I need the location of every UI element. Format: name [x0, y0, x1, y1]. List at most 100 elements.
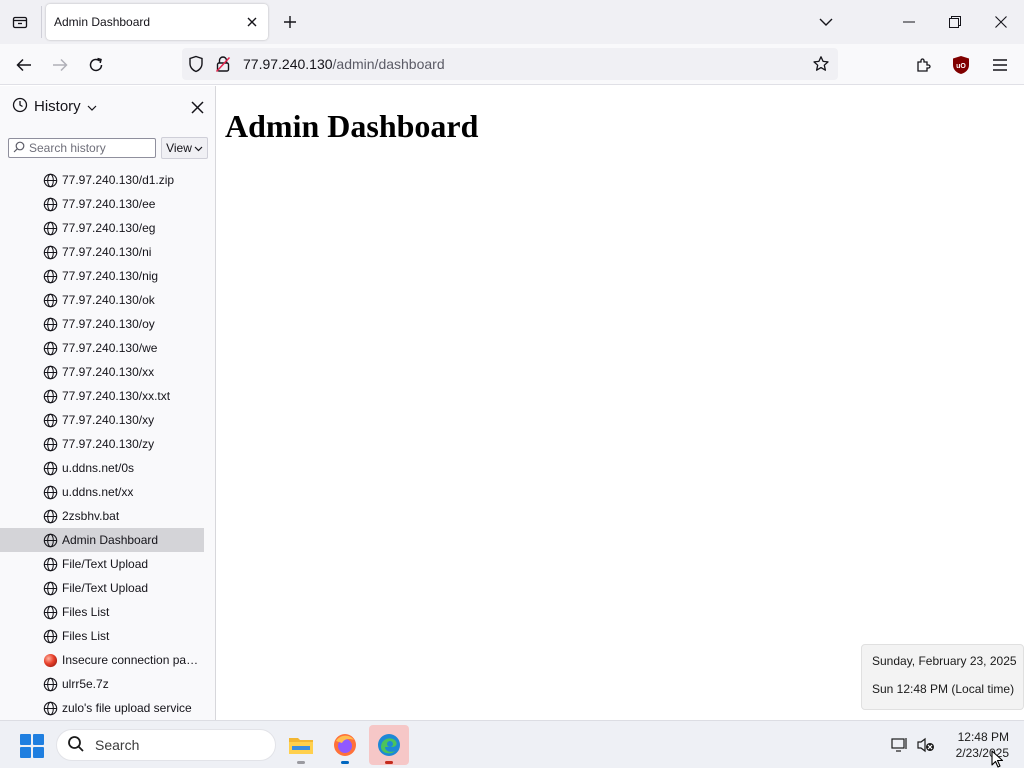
navigation-toolbar: 77.97.240.130/admin/dashboard uO: [0, 44, 1024, 85]
history-sidebar-switcher[interactable]: History: [12, 97, 97, 116]
globe-icon: [42, 628, 58, 644]
globe-icon: [42, 364, 58, 380]
close-window-icon[interactable]: [978, 0, 1024, 44]
globe-icon: [42, 244, 58, 260]
history-item[interactable]: 77.97.240.130/we: [0, 336, 204, 360]
new-tab-icon[interactable]: [278, 10, 302, 34]
history-item[interactable]: u.ddns.net/xx: [0, 480, 204, 504]
tab-admin-dashboard[interactable]: Admin Dashboard: [46, 4, 268, 40]
history-item[interactable]: 77.97.240.130/nig: [0, 264, 204, 288]
history-item[interactable]: 77.97.240.130/xx: [0, 360, 204, 384]
history-item[interactable]: 77.97.240.130/ok: [0, 288, 204, 312]
hamburger-menu-icon[interactable]: [986, 51, 1014, 79]
globe-icon: [42, 436, 58, 452]
history-item[interactable]: 77.97.240.130/eg: [0, 216, 204, 240]
taskbar-search-box[interactable]: Search: [56, 729, 276, 761]
tracking-protection-shield-icon[interactable]: [188, 55, 204, 76]
firefox-icon[interactable]: [325, 725, 365, 765]
globe-icon: [42, 556, 58, 572]
globe-icon: [42, 508, 58, 524]
history-item[interactable]: 77.97.240.130/zy: [0, 432, 204, 456]
history-item-label: u.ddns.net/xx: [62, 485, 134, 499]
ublock-origin-icon[interactable]: uO: [952, 55, 970, 75]
network-icon[interactable]: [890, 735, 910, 755]
history-list: 77.97.240.130/d1.zip 77.97.240.130/ee 77.9…: [0, 168, 215, 720]
back-arrow-icon[interactable]: [10, 51, 38, 79]
sidebar-title: History: [34, 98, 81, 115]
history-item-label: Files List: [62, 605, 110, 619]
history-item[interactable]: Admin Dashboard: [0, 528, 204, 552]
app-running-indicator: [385, 761, 393, 764]
page-content: Admin Dashboard: [217, 86, 1024, 720]
history-item[interactable]: 77.97.240.130/xy: [0, 408, 204, 432]
search-icon: [13, 141, 25, 156]
history-item-label: Admin Dashboard: [62, 533, 159, 547]
extensions-puzzle-icon[interactable]: [910, 51, 938, 79]
globe-icon: [42, 676, 58, 692]
warning-favicon-icon: [42, 652, 58, 668]
history-item-label: 77.97.240.130/oy: [62, 317, 155, 331]
history-item-label: u.ddns.net/0s: [62, 461, 135, 475]
reload-icon[interactable]: [82, 51, 110, 79]
minimize-icon[interactable]: [886, 0, 932, 44]
history-item[interactable]: Files List: [0, 624, 204, 648]
history-item-label: 77.97.240.130/xy: [62, 413, 155, 427]
search-history-box[interactable]: [8, 138, 156, 158]
globe-icon: [42, 604, 58, 620]
restore-icon[interactable]: [932, 0, 978, 44]
view-menu-button[interactable]: View: [161, 137, 208, 159]
history-item[interactable]: u.ddns.net/0s: [0, 456, 204, 480]
history-item-label: 77.97.240.130/ee: [62, 197, 156, 211]
history-item-label: Files List: [62, 629, 110, 643]
history-item[interactable]: zulo's file upload service: [0, 696, 204, 720]
history-item[interactable]: 77.97.240.130/d1.zip: [0, 168, 204, 192]
history-item[interactable]: 77.97.240.130/oy: [0, 312, 204, 336]
history-item[interactable]: File/Text Upload: [0, 552, 204, 576]
bookmark-star-icon[interactable]: [812, 55, 830, 76]
file-explorer-icon[interactable]: [281, 725, 321, 765]
history-item-label: 77.97.240.130/xx: [62, 365, 155, 379]
edge-icon[interactable]: [369, 725, 409, 765]
globe-icon: [42, 292, 58, 308]
history-item[interactable]: File/Text Upload: [0, 576, 204, 600]
forward-arrow-icon[interactable]: [46, 51, 74, 79]
globe-icon: [42, 580, 58, 596]
taskbar: Search 12:48 PM 2/23/2025: [0, 720, 1024, 768]
tab-list-icon[interactable]: [8, 10, 32, 34]
chevron-down-icon[interactable]: [814, 10, 838, 34]
search-history-input[interactable]: [29, 141, 147, 155]
page-heading: Admin Dashboard: [225, 108, 479, 144]
history-item-label: 77.97.240.130/xx.txt: [62, 389, 171, 403]
globe-icon: [42, 412, 58, 428]
history-item-label: 2zsbhv.bat: [62, 509, 120, 523]
chevron-down-icon: [87, 100, 97, 114]
globe-icon: [42, 220, 58, 236]
history-item[interactable]: 77.97.240.130/xx.txt: [0, 384, 204, 408]
globe-icon: [42, 268, 58, 284]
tab-strip: Admin Dashboard: [0, 0, 1024, 44]
tooltip-local-time: Sun 12:48 PM (Local time): [872, 682, 1015, 696]
close-sidebar-icon[interactable]: [188, 98, 206, 116]
close-tab-icon[interactable]: [244, 14, 260, 30]
history-item[interactable]: 2zsbhv.bat: [0, 504, 204, 528]
insecure-lock-icon[interactable]: [215, 55, 231, 76]
history-item[interactable]: 77.97.240.130/ee: [0, 192, 204, 216]
history-item[interactable]: 77.97.240.130/ni: [0, 240, 204, 264]
history-item-label: 77.97.240.130/we: [62, 341, 158, 355]
history-item-label: 77.97.240.130/d1.zip: [62, 173, 175, 187]
globe-icon: [42, 700, 58, 716]
history-item-label: 77.97.240.130/eg: [62, 221, 156, 235]
url-text[interactable]: 77.97.240.130/admin/dashboard: [243, 56, 445, 72]
url-bar[interactable]: 77.97.240.130/admin/dashboard: [182, 48, 838, 80]
windows-start-icon[interactable]: [20, 734, 44, 758]
history-item[interactable]: Files List: [0, 600, 204, 624]
history-item[interactable]: ulrr5e.7z: [0, 672, 204, 696]
history-item[interactable]: Insecure connection pass...: [0, 648, 204, 672]
globe-icon: [42, 532, 58, 548]
history-item-label: zulo's file upload service: [62, 701, 192, 715]
history-item-label: ulrr5e.7z: [62, 677, 109, 691]
globe-icon: [42, 388, 58, 404]
globe-icon: [42, 340, 58, 356]
globe-icon: [42, 196, 58, 212]
volume-muted-icon[interactable]: [916, 735, 936, 755]
